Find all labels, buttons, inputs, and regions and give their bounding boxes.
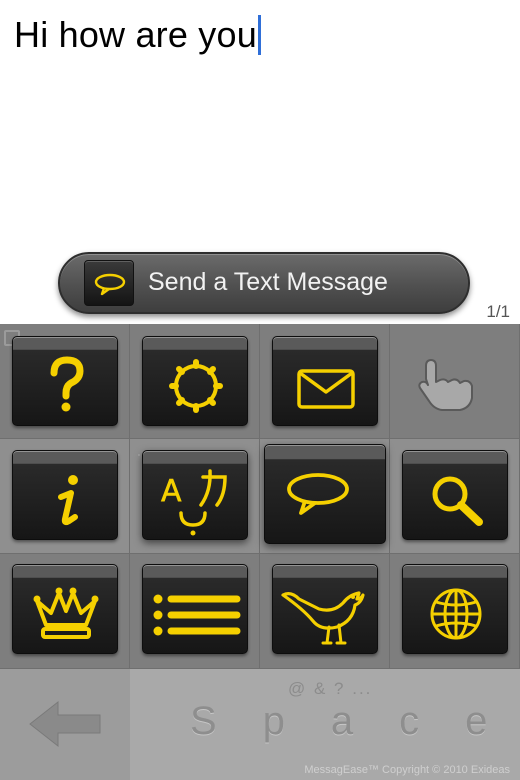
copyright-text: MessagEase™ Copyright © 2010 Exideas — [304, 764, 510, 776]
space-label: Space — [190, 699, 520, 743]
speech-bubble-icon — [287, 473, 349, 515]
svg-text:A: A — [161, 474, 182, 509]
settings-key[interactable] — [142, 336, 248, 426]
translate-key[interactable]: A — [142, 450, 248, 540]
globe-icon — [430, 588, 482, 640]
send-text-message-suggestion[interactable]: Send a Text Message — [58, 252, 470, 314]
message-text-content: Hi how are you — [14, 14, 257, 55]
question-mark-icon — [50, 356, 84, 412]
bird-icon — [281, 591, 365, 645]
speech-bubble-icon — [84, 260, 134, 306]
suggestion-label: Send a Text Message — [148, 268, 388, 296]
text-cursor — [257, 15, 261, 55]
space-key[interactable]: @ & ? ... Space MessagEase™ Copyright © … — [130, 669, 520, 780]
gear-icon — [169, 359, 223, 413]
search-key[interactable] — [402, 450, 508, 540]
favorites-key[interactable] — [12, 564, 118, 654]
text-message-key[interactable] — [264, 444, 386, 544]
magnifier-icon — [432, 476, 483, 526]
space-symbols-hint: @ & ? ... — [288, 679, 373, 698]
info-icon — [58, 475, 78, 526]
list-key[interactable] — [142, 564, 248, 654]
messagease-keyboard: ··· ··· A — [0, 324, 520, 780]
page-indicator: 1/1 — [486, 302, 510, 321]
twitter-key[interactable] — [272, 564, 378, 654]
translate-icon: A — [161, 469, 227, 536]
envelope-icon — [297, 369, 355, 409]
email-key[interactable] — [272, 336, 378, 426]
backspace-key[interactable] — [0, 669, 130, 780]
back-arrow-icon — [29, 700, 101, 748]
crown-icon — [33, 587, 99, 639]
help-key[interactable] — [12, 336, 118, 426]
pointing-hand-icon — [412, 354, 488, 419]
message-text: Hi how are you — [14, 14, 261, 56]
info-key[interactable] — [12, 450, 118, 540]
web-key[interactable] — [402, 564, 508, 654]
list-icon — [153, 594, 241, 636]
